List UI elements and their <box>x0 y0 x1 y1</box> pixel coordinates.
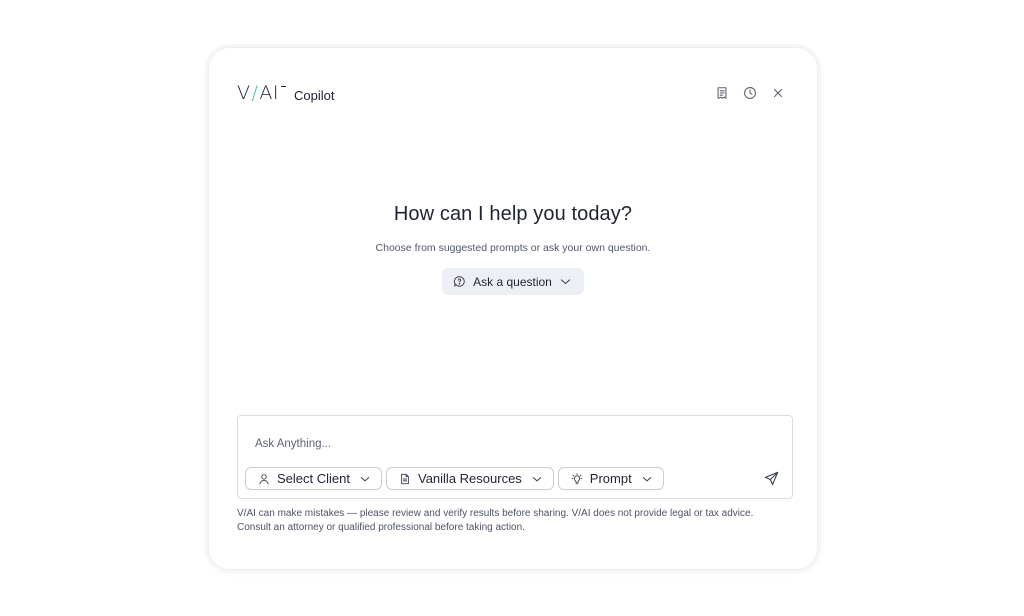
welcome-section: How can I help you today? Choose from su… <box>209 203 817 295</box>
chat-bubble-icon <box>454 276 465 287</box>
resources-dropdown[interactable]: Vanilla Resources <box>385 467 554 490</box>
welcome-title: How can I help you today? <box>393 203 633 225</box>
lightbulb-icon <box>571 472 583 484</box>
disclaimer: V/AI can make mistakes — please review a… <box>237 507 797 535</box>
ask-question-label: Ask a question <box>473 274 552 289</box>
document-icon <box>401 473 409 484</box>
chevron-down-icon <box>642 476 651 481</box>
composer-chips: Select Client Vanilla Resources Prompt <box>245 467 664 490</box>
send-button[interactable] <box>762 469 780 487</box>
chevron-down-icon <box>560 279 570 285</box>
welcome-subtitle: Choose from suggested prompts or ask you… <box>375 242 651 254</box>
brand: V / AI Copilot <box>237 81 335 104</box>
vai-logo: V / AI <box>237 81 287 104</box>
chevron-down-icon <box>532 476 542 481</box>
disclaimer-line-2: Consult an attorney or qualified profess… <box>237 522 525 533</box>
ask-anything-input[interactable] <box>255 438 735 450</box>
logo-v: V <box>237 81 251 104</box>
disclaimer-line-1: V/AI can make mistakes — please review a… <box>237 508 754 519</box>
header-actions <box>713 84 787 102</box>
logo-ai: AI <box>259 81 280 104</box>
history-icon[interactable] <box>741 84 759 102</box>
panel-header: V / AI Copilot <box>237 80 787 106</box>
send-icon <box>764 471 778 485</box>
product-name: Copilot <box>294 87 335 103</box>
logo-mark <box>281 85 287 87</box>
logo-slash: / <box>251 81 259 104</box>
select-client-dropdown[interactable]: Select Client <box>245 467 382 490</box>
message-composer: Select Client Vanilla Resources <box>237 415 793 499</box>
chevron-down-icon <box>360 476 370 481</box>
prompt-label: Prompt <box>589 471 632 486</box>
ask-question-button[interactable]: Ask a question <box>442 268 584 295</box>
notes-icon[interactable] <box>713 84 731 102</box>
user-icon <box>259 473 269 484</box>
resources-label: Vanilla Resources <box>417 471 522 486</box>
copilot-panel: V / AI Copilot How can I help you today?… <box>208 47 818 570</box>
prompt-dropdown[interactable]: Prompt <box>557 467 664 490</box>
close-icon[interactable] <box>769 84 787 102</box>
select-client-label: Select Client <box>277 471 350 486</box>
